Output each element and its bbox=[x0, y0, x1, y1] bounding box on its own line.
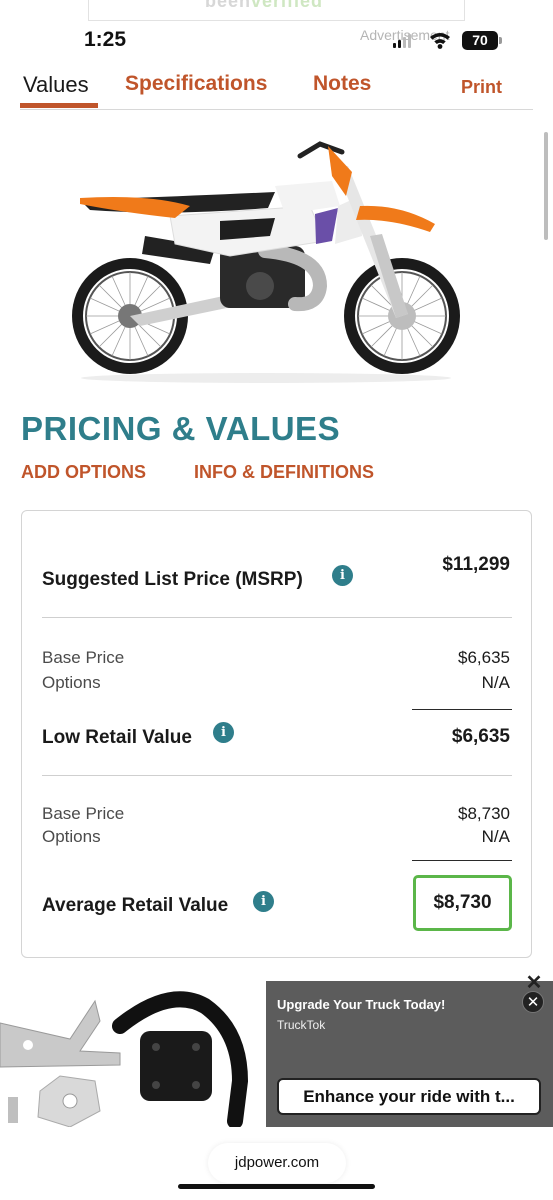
ad-product-image bbox=[0, 981, 266, 1127]
ad-dismiss-icon[interactable]: ✕ bbox=[522, 991, 544, 1013]
msrp-label: Suggested List Price (MSRP) bbox=[42, 569, 303, 590]
low-retail-info-icon[interactable]: i bbox=[213, 722, 234, 743]
low-base-price-label: Base Price bbox=[42, 648, 125, 667]
tab-divider bbox=[20, 109, 533, 110]
divider bbox=[42, 775, 512, 776]
msrp-info-icon[interactable]: i bbox=[332, 565, 353, 586]
msrp-value: $11,299 bbox=[442, 554, 510, 575]
scrollbar[interactable] bbox=[544, 132, 548, 240]
close-ad-icon[interactable]: ✕ bbox=[523, 972, 545, 994]
average-retail-value: $8,730 bbox=[413, 875, 512, 931]
battery-nub bbox=[499, 37, 502, 44]
low-base-price-value: $6,635 bbox=[458, 648, 510, 667]
battery-icon: 70 bbox=[462, 31, 498, 50]
avg-options-label: Options bbox=[42, 827, 101, 846]
tab-specifications[interactable]: Specifications bbox=[125, 72, 267, 96]
pricing-title: PRICING & VALUES bbox=[21, 410, 341, 447]
active-tab-indicator bbox=[20, 103, 98, 108]
avg-options-value: N/A bbox=[481, 827, 510, 846]
browser-url-bar[interactable]: jdpower.com bbox=[208, 1143, 346, 1183]
low-options-label: Options bbox=[42, 673, 101, 692]
motorcycle-image bbox=[72, 141, 460, 383]
low-retail-value: $6,635 bbox=[451, 726, 510, 747]
ad-source: TruckTok bbox=[277, 1018, 326, 1032]
avg-base-price-value: $8,730 bbox=[458, 804, 510, 823]
subtotal-rule bbox=[412, 709, 512, 710]
home-indicator[interactable] bbox=[178, 1184, 375, 1189]
average-retail-label: Average Retail Value bbox=[42, 895, 229, 916]
ad-title[interactable]: Upgrade Your Truck Today! bbox=[277, 997, 445, 1012]
subtotal-rule bbox=[412, 860, 512, 861]
low-options-value: N/A bbox=[481, 673, 510, 692]
low-retail-label: Low Retail Value bbox=[42, 727, 192, 748]
top-ad-logo: beenverified bbox=[205, 0, 324, 11]
top-banner-ad[interactable]: beenverified bbox=[88, 0, 465, 21]
divider bbox=[42, 617, 512, 618]
ad-text-panel: Upgrade Your Truck Today! TruckTok Enhan… bbox=[266, 981, 553, 1127]
wifi-icon bbox=[430, 33, 450, 49]
status-time: 1:25 bbox=[84, 28, 127, 51]
tab-notes[interactable]: Notes bbox=[313, 72, 371, 96]
ad-cta-button[interactable]: Enhance your ride with t... bbox=[277, 1078, 541, 1115]
pricing-card: Suggested List Price (MSRP) i $11,299 Ba… bbox=[21, 510, 532, 958]
avg-base-price-label: Base Price bbox=[42, 804, 125, 823]
average-retail-info-icon[interactable]: i bbox=[253, 891, 274, 912]
tab-bar: Values Specifications Notes Print bbox=[0, 70, 553, 110]
bottom-ad-banner[interactable]: Upgrade Your Truck Today! TruckTok Enhan… bbox=[0, 981, 553, 1127]
tab-values[interactable]: Values bbox=[23, 72, 89, 98]
add-options-link[interactable]: ADD OPTIONS bbox=[21, 462, 146, 483]
cellular-signal-icon bbox=[393, 34, 411, 48]
info-definitions-link[interactable]: INFO & DEFINITIONS bbox=[194, 462, 374, 483]
print-link[interactable]: Print bbox=[461, 77, 502, 98]
